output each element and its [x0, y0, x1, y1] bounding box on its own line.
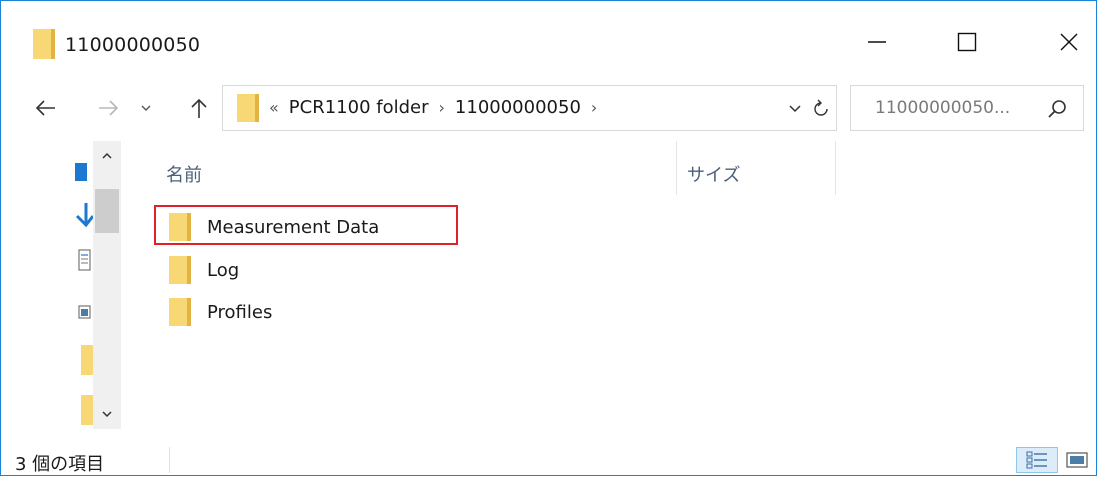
status-divider [169, 447, 170, 473]
desktop-icon[interactable] [73, 161, 93, 183]
folder-icon [169, 298, 191, 326]
minimize-icon [868, 41, 886, 43]
details-view-button[interactable] [1016, 447, 1058, 473]
large-icons-view-icon [1066, 452, 1088, 468]
breadcrumb-item[interactable]: 11000000050 [455, 97, 581, 118]
breadcrumb: « PCR1100 folder › 11000000050 › [269, 97, 597, 118]
chevron-down-icon [102, 411, 112, 418]
highlight-box [154, 205, 458, 245]
maximize-icon [957, 32, 977, 52]
address-bar[interactable]: « PCR1100 folder › 11000000050 › [222, 85, 837, 131]
chevron-down-icon [141, 105, 151, 111]
folder-icon[interactable] [73, 345, 93, 375]
file-name: Log [207, 259, 240, 281]
navigation-scrollbar[interactable] [93, 141, 121, 429]
back-button[interactable] [31, 93, 61, 123]
documents-icon[interactable] [73, 249, 93, 273]
arrow-right-icon [99, 100, 119, 116]
minimize-button[interactable] [854, 19, 900, 65]
arrow-up-icon [191, 98, 207, 118]
chevron-down-icon [789, 105, 801, 113]
column-header-size[interactable]: サイズ [687, 161, 740, 187]
recent-locations-button[interactable] [136, 93, 156, 123]
breadcrumb-separator[interactable]: › [591, 98, 597, 117]
column-divider[interactable] [676, 141, 677, 195]
search-input[interactable]: 11000000050... [875, 98, 1010, 118]
refresh-button[interactable] [811, 97, 831, 119]
window-title: 11000000050 [65, 34, 201, 56]
maximize-button[interactable] [944, 19, 990, 65]
column-divider[interactable] [835, 141, 836, 195]
address-dropdown-button[interactable] [785, 97, 805, 119]
details-view-icon [1026, 451, 1047, 469]
list-item[interactable]: Profiles [169, 296, 272, 328]
status-item-count: 3 個の項目 [15, 454, 105, 475]
large-icons-view-button[interactable] [1063, 447, 1091, 473]
breadcrumb-item[interactable]: PCR1100 folder [289, 97, 429, 118]
column-header-name[interactable]: 名前 [166, 161, 202, 187]
scroll-down-button[interactable] [93, 399, 121, 429]
breadcrumb-separator[interactable]: › [439, 98, 445, 117]
folder-icon [33, 29, 55, 59]
folder-icon[interactable] [73, 395, 93, 425]
pictures-icon[interactable] [73, 303, 93, 323]
scroll-thumb[interactable] [95, 189, 119, 233]
list-item[interactable]: Log [169, 254, 239, 286]
arrow-left-icon [35, 100, 55, 116]
breadcrumb-overflow[interactable]: « [269, 98, 279, 117]
close-button[interactable] [1046, 19, 1092, 65]
explorer-window: 11000000050 « PCR1100 folder › 110000000… [0, 0, 1097, 476]
refresh-icon [814, 99, 828, 116]
title-bar: 11000000050 [1, 1, 1096, 71]
chevron-up-icon [102, 152, 112, 159]
file-name: Profiles [207, 301, 273, 323]
downloads-icon[interactable] [73, 203, 93, 229]
forward-button[interactable] [93, 93, 123, 123]
close-icon [1060, 33, 1078, 51]
scroll-up-button[interactable] [93, 141, 121, 171]
folder-icon [237, 94, 259, 122]
search-box[interactable]: 11000000050... [850, 85, 1084, 131]
up-button[interactable] [184, 93, 214, 123]
search-icon [1048, 100, 1066, 118]
folder-icon [169, 256, 191, 284]
